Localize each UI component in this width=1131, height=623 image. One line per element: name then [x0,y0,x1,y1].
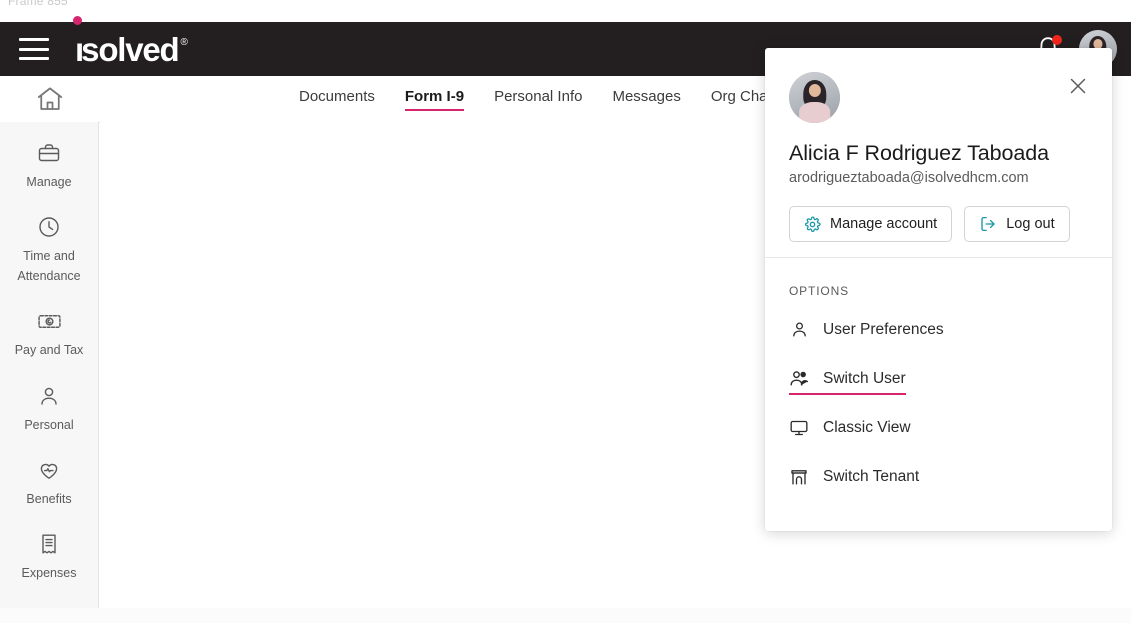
log-out-button[interactable]: Log out [964,206,1070,242]
option-label: Classic View [823,419,911,436]
clock-icon [37,214,61,240]
tab-form-i9[interactable]: Form I-9 [404,88,465,111]
option-label: User Preferences [823,320,944,338]
receipt-icon [37,531,61,557]
sidebar-item-manage[interactable]: Manage [0,140,98,192]
notification-badge [1052,35,1062,45]
option-switch-tenant[interactable]: Switch Tenant [789,467,919,491]
account-email: arodrigueztaboada@isolvedhcm.com [789,170,1029,186]
account-name: Alicia F Rodriguez Taboada [789,141,1049,165]
option-switch-user[interactable]: Switch User [789,368,906,395]
manage-account-label: Manage account [830,216,938,232]
sidebar-item-label: Personal [24,417,74,432]
home-icon[interactable] [0,84,99,114]
left-sidebar: Manage Time and Attendance Pay and Tax P… [0,122,99,608]
page-bottom-strip [0,608,1131,623]
gear-icon [804,216,821,233]
sidebar-item-label: Manage [26,175,72,189]
briefcase-icon [37,140,61,166]
option-label: Switch User [823,369,906,387]
options-title: OPTIONS [789,284,849,298]
logo-text: ısolved [75,30,180,68]
avatar[interactable] [789,72,840,123]
option-classic-view[interactable]: Classic View [789,418,911,442]
sidebar-item-expenses[interactable]: Expenses [0,531,98,583]
sidebar-item-benefits[interactable]: Benefits [0,457,98,509]
sidebar-item-label: Expenses [21,566,77,581]
sidebar-item-personal[interactable]: Personal [0,383,98,435]
close-icon[interactable] [1066,74,1090,98]
sidebar-item-pay-and-tax[interactable]: Pay and Tax [0,308,98,360]
tab-personal-info[interactable]: Personal Info [494,88,582,110]
artboard-label: Frame 855 [8,0,68,6]
monitor-icon [789,418,809,438]
person-icon [789,320,809,339]
logo-trademark: ® [180,36,188,48]
account-actions: Manage account Log out [789,206,1088,242]
money-bill-icon [37,308,62,334]
building-icon [789,467,809,487]
sidebar-item-label: Pay and Tax [14,343,84,358]
account-panel-header: Alicia F Rodriguez Taboada arodrigueztab… [765,48,1112,258]
tab-list: Documents Form I-9 Personal Info Message… [299,88,777,111]
sidebar-item-label: Benefits [26,491,72,506]
logout-icon [979,215,997,233]
sidebar-item-label: Time and Attendance [17,249,81,283]
isolved-logo[interactable]: ısolved ® [73,15,188,68]
account-dropdown-panel: Alicia F Rodriguez Taboada arodrigueztab… [765,48,1112,531]
option-user-preferences[interactable]: User Preferences [789,320,944,343]
manage-account-button[interactable]: Manage account [789,206,953,242]
option-label: Switch Tenant [823,468,920,485]
log-out-label: Log out [1006,216,1055,232]
logo-dot-icon [73,15,82,25]
tab-messages[interactable]: Messages [612,88,680,110]
heart-pulse-icon [37,457,61,483]
tab-documents[interactable]: Documents [299,88,375,110]
account-options-section: OPTIONS User Preferences Switch User Cla… [765,258,1112,491]
people-icon [789,368,809,389]
hamburger-menu-icon[interactable] [19,38,49,60]
person-icon [37,383,61,409]
sidebar-item-time-and-attendance[interactable]: Time and Attendance [0,214,98,286]
